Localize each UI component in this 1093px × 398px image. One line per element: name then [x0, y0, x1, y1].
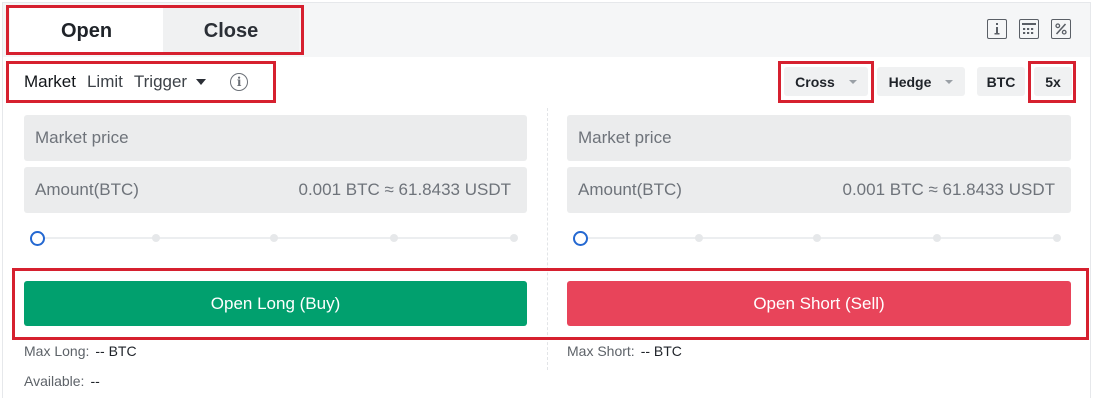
order-type-selector: Market Limit Trigger i [24, 70, 249, 94]
asset-selector[interactable]: BTC [977, 67, 1025, 96]
panel-divider [547, 108, 548, 370]
tab-close[interactable]: Close [163, 8, 299, 55]
open-short-button[interactable]: Open Short (Sell) [567, 281, 1071, 326]
long-price-field[interactable]: Market price [24, 115, 527, 161]
slider-stop-75[interactable] [933, 234, 941, 242]
slider-stop-50[interactable] [270, 234, 278, 242]
short-price-field[interactable]: Market price [567, 115, 1071, 161]
chevron-down-icon [945, 79, 954, 84]
short-amount-field[interactable]: Amount(BTC) 0.001 BTC ≈ 61.8433 USDT [567, 167, 1071, 213]
calculator-icon[interactable] [1019, 19, 1039, 39]
slider-stop-75[interactable] [390, 234, 398, 242]
long-amount-conversion: 0.001 BTC ≈ 61.8433 USDT [298, 180, 512, 199]
short-amount-conversion: 0.001 BTC ≈ 61.8433 USDT [842, 180, 1056, 199]
short-amount-slider[interactable] [573, 231, 1063, 246]
percent-icon[interactable] [1051, 19, 1071, 39]
order-type-market[interactable]: Market [24, 72, 76, 92]
long-amount-field[interactable]: Amount(BTC) 0.001 BTC ≈ 61.8433 USDT [24, 167, 527, 213]
slider-stop-25[interactable] [152, 234, 160, 242]
position-mode-label: Hedge [888, 73, 932, 90]
margin-mode-dropdown[interactable]: Cross [784, 67, 868, 96]
order-type-trigger[interactable]: Trigger [134, 72, 187, 92]
slider-stop-100[interactable] [1053, 234, 1061, 242]
long-price-placeholder: Market price [35, 128, 129, 147]
short-price-placeholder: Market price [578, 128, 672, 147]
slider-stop-25[interactable] [695, 234, 703, 242]
slider-stop-50[interactable] [813, 234, 821, 242]
info-icon[interactable] [987, 19, 1007, 39]
caret-down-icon[interactable] [196, 79, 207, 85]
margin-mode-label: Cross [795, 73, 835, 90]
position-mode-dropdown[interactable]: Hedge [877, 67, 965, 96]
asset-label: BTC [986, 73, 1016, 90]
available-label: Available: [24, 373, 85, 389]
available-value: -- [90, 373, 100, 389]
long-slider-handle[interactable] [30, 231, 45, 246]
leverage-button[interactable]: 5x [1034, 67, 1072, 96]
chevron-down-icon [848, 79, 857, 84]
long-amount-slider[interactable] [30, 231, 520, 246]
short-slider-handle[interactable] [573, 231, 588, 246]
max-short-label: Max Short: [567, 343, 635, 359]
max-long-label: Max Long: [24, 343, 90, 359]
open-long-button[interactable]: Open Long (Buy) [24, 281, 527, 326]
tab-open[interactable]: Open [10, 8, 163, 55]
info-circle-icon[interactable]: i [230, 73, 249, 91]
max-short-row: Max Short: -- BTC [567, 343, 682, 359]
short-amount-label: Amount(BTC) [578, 180, 682, 199]
long-amount-label: Amount(BTC) [35, 180, 139, 199]
max-short-value: -- BTC [640, 343, 682, 359]
leverage-label: 5x [1045, 73, 1061, 90]
slider-stop-100[interactable] [510, 234, 518, 242]
max-long-row: Max Long: -- BTC [24, 343, 137, 359]
available-row: Available: -- [24, 373, 100, 389]
max-long-value: -- BTC [95, 343, 137, 359]
order-type-limit[interactable]: Limit [87, 72, 123, 92]
